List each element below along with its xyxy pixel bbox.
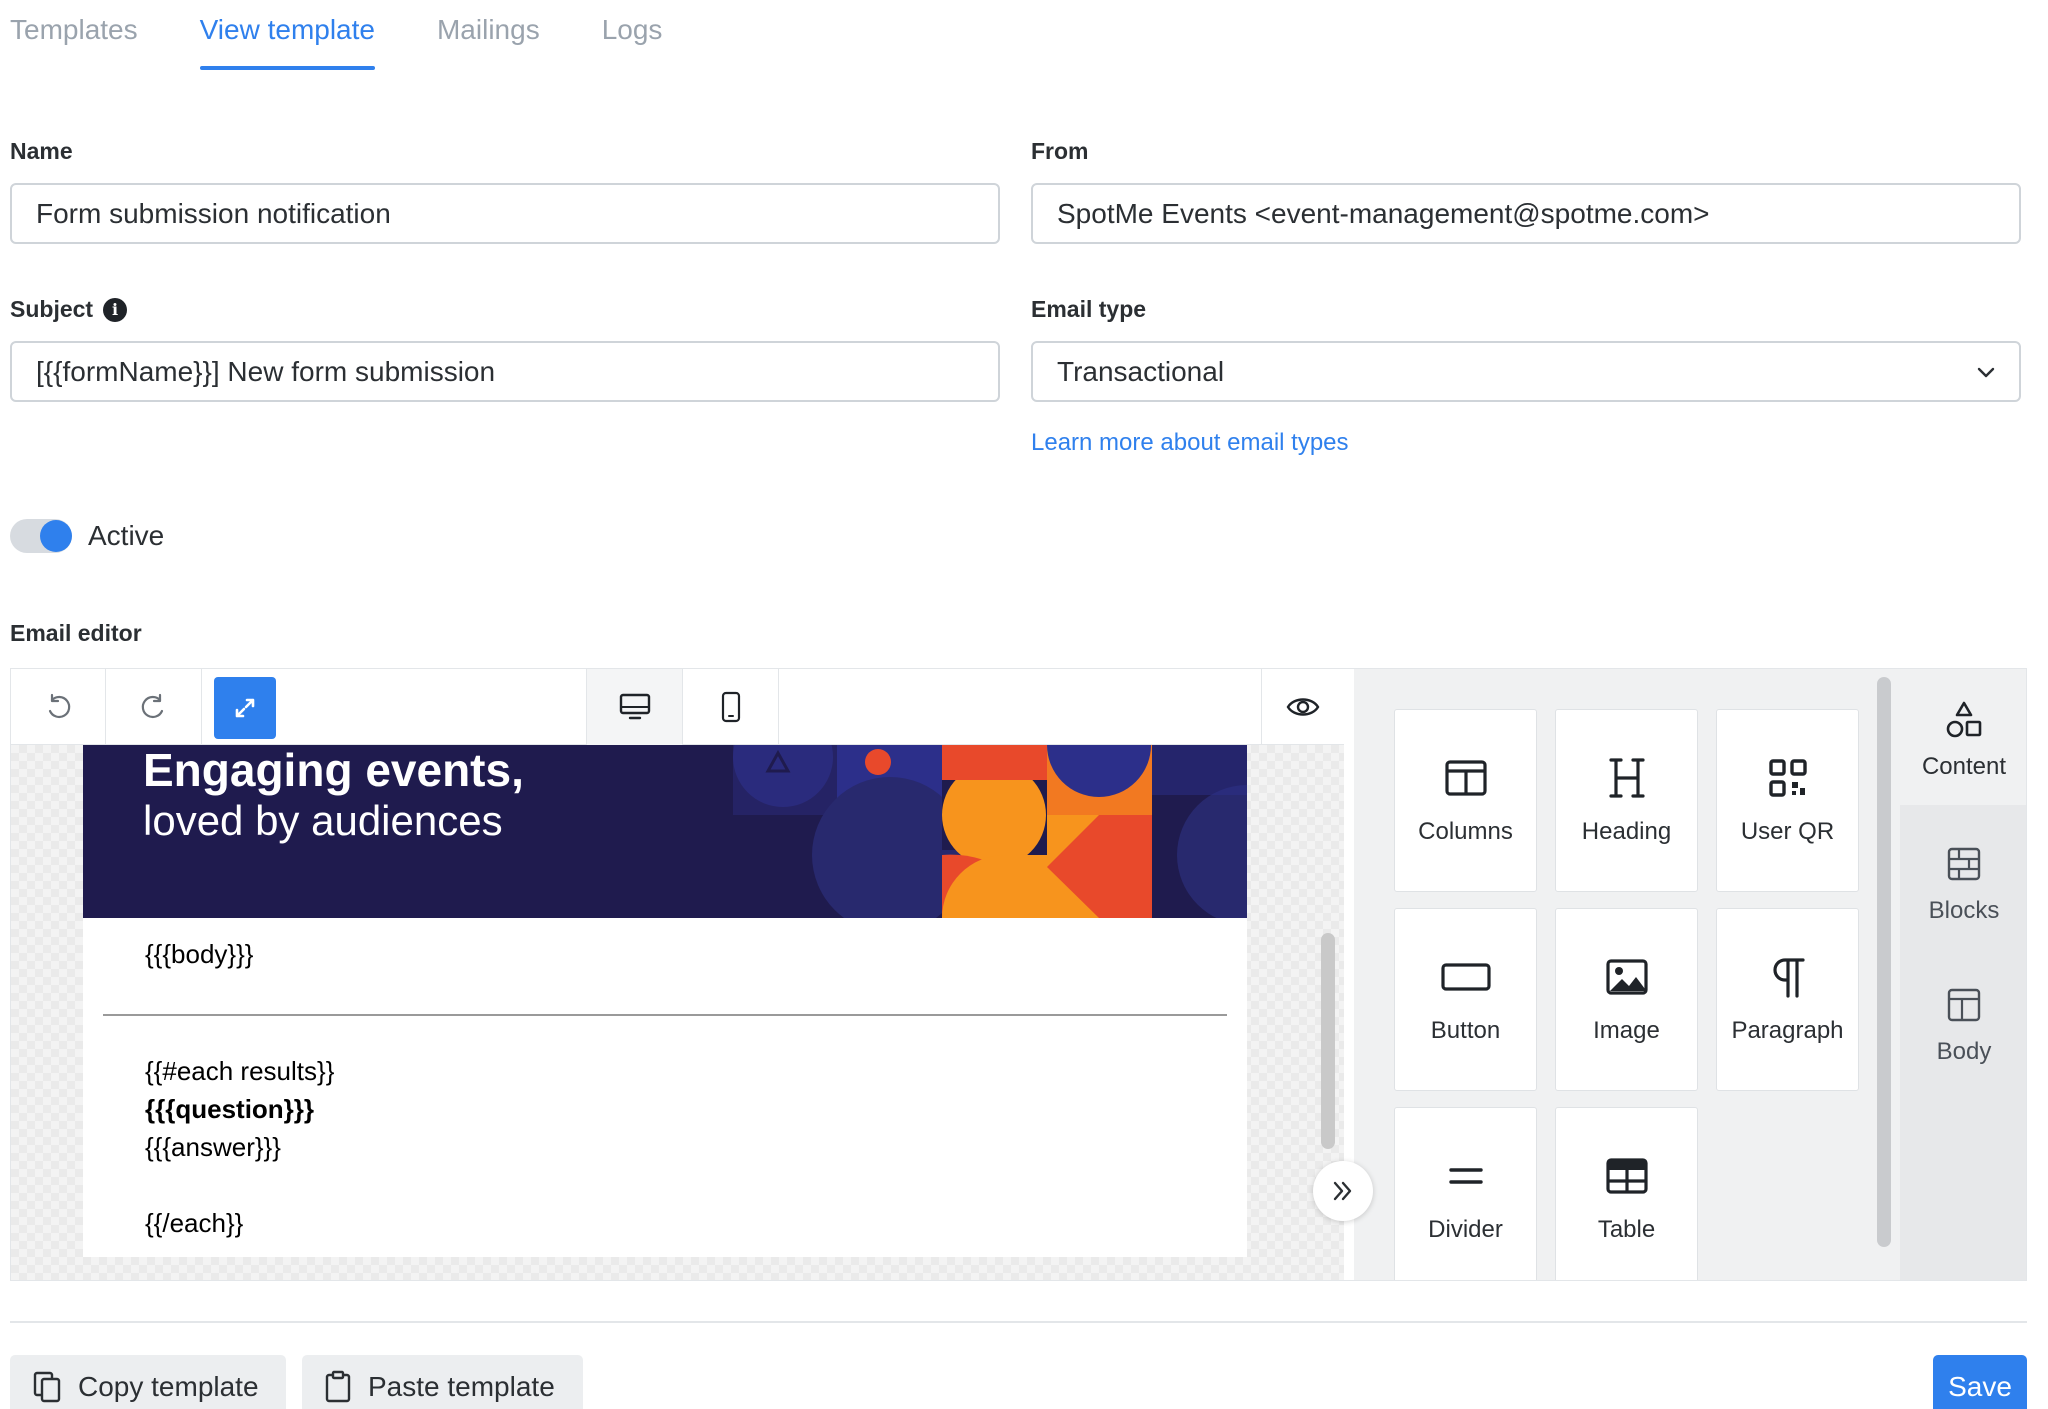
from-label: From <box>1031 138 1089 164</box>
copy-icon <box>33 1371 61 1402</box>
tab-bar: Templates View template Mailings Logs <box>10 0 662 72</box>
shapes-icon <box>1946 701 1982 738</box>
tile-label: Heading <box>1581 818 1672 845</box>
button-icon <box>1440 963 1491 991</box>
tile-paragraph[interactable]: Paragraph <box>1716 908 1859 1091</box>
tile-heading[interactable]: Heading <box>1555 709 1698 892</box>
save-button[interactable]: Save <box>1933 1355 2027 1409</box>
sidenav-label: Content <box>1921 753 2007 780</box>
question-text[interactable]: {{{question}}} <box>145 1094 314 1125</box>
tile-label: User QR <box>1740 818 1835 845</box>
editor-toolbar <box>11 669 1344 745</box>
clipboard-icon <box>325 1370 351 1402</box>
subject-input[interactable]: [{{formName}}] New form submission <box>10 341 1000 402</box>
email-divider[interactable] <box>103 1014 1227 1016</box>
sidenav-body[interactable]: Body <box>1900 954 2026 1090</box>
undo-icon <box>48 693 71 719</box>
desktop-icon <box>619 693 650 720</box>
tile-label: Paragraph <box>1731 1017 1844 1044</box>
footer-divider <box>10 1321 2027 1323</box>
tab-templates[interactable]: Templates <box>10 0 138 70</box>
paste-template-button[interactable]: Paste template <box>302 1355 583 1409</box>
editor-canvas: Engaging events, loved by audiences {{{b… <box>11 745 1344 1280</box>
tools-panel: Columns Heading User QR Button Image Par… <box>1354 669 2026 1280</box>
fullscreen-button[interactable] <box>214 677 276 739</box>
tile-label: Table <box>1597 1216 1656 1243</box>
subject-label: Subject <box>10 296 94 322</box>
panel-scrollbar[interactable] <box>1877 677 1891 1247</box>
chevrons-right-icon <box>1333 1181 1352 1201</box>
columns-icon <box>1444 760 1487 796</box>
mobile-icon <box>721 691 740 723</box>
editor-side-nav: Content Blocks Body <box>1900 669 2026 1280</box>
blocks-icon <box>1947 847 1981 881</box>
email-banner[interactable]: Engaging events, loved by audiences <box>83 745 1247 918</box>
image-icon <box>1605 959 1648 995</box>
heading-icon <box>1608 758 1645 798</box>
each-close-text[interactable]: {{/each}} <box>145 1208 243 1239</box>
tile-image[interactable]: Image <box>1555 908 1698 1091</box>
eye-icon <box>1286 698 1320 716</box>
redo-button[interactable] <box>106 669 202 745</box>
email-preview: Engaging events, loved by audiences {{{b… <box>83 745 1247 1257</box>
expand-icon <box>235 698 255 718</box>
banner-subline: loved by audiences <box>143 797 503 844</box>
layout-icon <box>1947 988 1981 1022</box>
email-type-value: Transactional <box>1057 355 1225 387</box>
tile-label: Divider <box>1428 1216 1503 1243</box>
tile-user-qr[interactable]: User QR <box>1716 709 1859 892</box>
sidenav-label: Blocks <box>1928 897 2000 924</box>
sidenav-blocks[interactable]: Blocks <box>1900 813 2026 949</box>
chevron-down-icon <box>1977 367 1995 378</box>
tile-label: Image <box>1593 1017 1660 1044</box>
paragraph-icon <box>1772 958 1805 998</box>
active-toggle[interactable] <box>10 519 72 553</box>
sidenav-label: Body <box>1936 1038 1992 1065</box>
collapse-panel-button[interactable] <box>1313 1161 1373 1221</box>
redo-icon <box>141 693 163 719</box>
tile-label: Button <box>1430 1017 1501 1044</box>
tab-view-template[interactable]: View template <box>199 0 376 70</box>
table-icon <box>1605 1158 1648 1194</box>
copy-template-button[interactable]: Copy template <box>10 1355 286 1409</box>
tile-button[interactable]: Button <box>1394 908 1537 1091</box>
email-types-link[interactable]: Learn more about email types <box>1031 429 1349 457</box>
body-placeholder[interactable]: {{{body}}} <box>145 939 253 970</box>
preview-button[interactable] <box>1262 669 1344 745</box>
email-type-select[interactable]: Transactional <box>1031 341 2021 402</box>
tile-columns[interactable]: Columns <box>1394 709 1537 892</box>
desktop-view-button[interactable] <box>587 669 683 745</box>
undo-button[interactable] <box>11 669 106 745</box>
copy-template-label: Copy template <box>78 1370 259 1402</box>
mobile-view-button[interactable] <box>683 669 779 745</box>
email-editor-label: Email editor <box>10 620 142 646</box>
tile-table[interactable]: Table <box>1555 1107 1698 1280</box>
name-label: Name <box>10 138 73 164</box>
tab-mailings[interactable]: Mailings <box>437 0 540 70</box>
answer-text[interactable]: {{{answer}}} <box>145 1132 281 1163</box>
qr-code-icon <box>1768 759 1807 797</box>
info-icon[interactable]: i <box>103 297 128 322</box>
banner-graphic <box>733 745 1247 918</box>
canvas-vertical-scrollbar[interactable] <box>1321 933 1335 1149</box>
divider-icon <box>1448 1168 1483 1184</box>
banner-headline: Engaging events, <box>143 745 524 796</box>
toggle-knob <box>40 520 72 552</box>
active-label: Active <box>88 520 165 551</box>
email-editor: Engaging events, loved by audiences {{{b… <box>10 668 2027 1281</box>
email-type-label: Email type <box>1031 296 1147 322</box>
tile-divider[interactable]: Divider <box>1394 1107 1537 1280</box>
each-open-text[interactable]: {{#each results}} <box>145 1056 334 1087</box>
subject-label-row: Subject i <box>10 296 128 323</box>
sidenav-content[interactable]: Content <box>1900 669 2026 805</box>
from-input[interactable]: SpotMe Events <event-management@spotme.c… <box>1031 183 2021 244</box>
paste-template-label: Paste template <box>368 1370 555 1402</box>
tile-label: Columns <box>1418 818 1513 845</box>
tab-logs[interactable]: Logs <box>602 0 663 70</box>
name-input[interactable]: Form submission notification <box>10 183 1000 244</box>
